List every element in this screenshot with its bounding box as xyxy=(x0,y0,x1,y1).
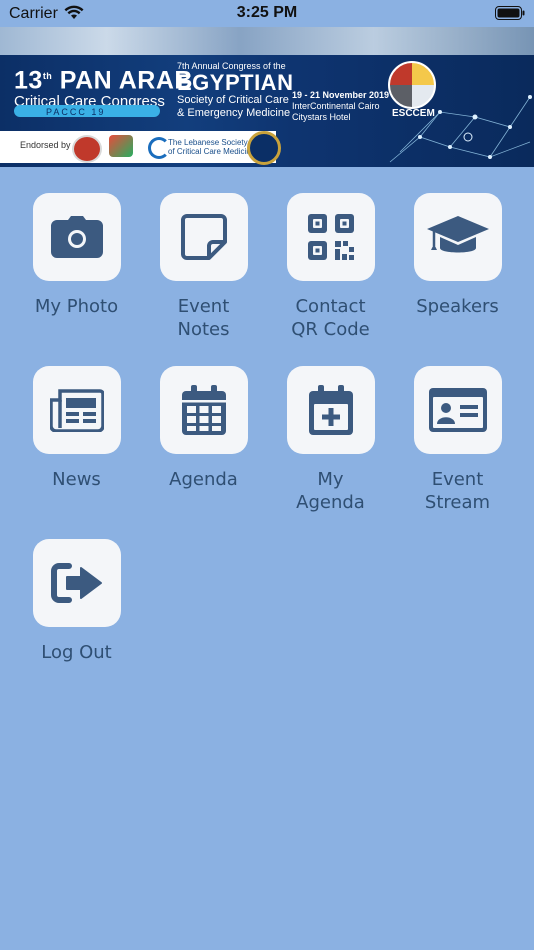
my-agenda-label: My Agenda xyxy=(296,469,365,513)
event-stream-label: Event Stream xyxy=(424,469,491,513)
date-venue-block: 19 - 21 November 2019 InterContinental C… xyxy=(292,90,389,123)
egy-title: EGYPTIAN xyxy=(177,70,294,95)
newspaper-icon xyxy=(49,389,104,432)
my-photo-tile[interactable] xyxy=(32,193,121,281)
graduation-cap-icon xyxy=(426,216,489,253)
sticky-note-icon xyxy=(180,214,227,260)
my-photo-label: My Photo xyxy=(34,296,119,317)
menu-item-agenda[interactable]: Agenda xyxy=(140,366,267,491)
event-notes-label: Event Notes xyxy=(177,296,230,340)
pan-arab-title: 13th PAN ARAB xyxy=(14,66,193,95)
speakers-label: Speakers xyxy=(416,296,499,317)
egy-line-1: Society of Critical Care xyxy=(177,94,289,106)
calendar-icon xyxy=(181,385,226,435)
endorsed-by-label: Endorsed by xyxy=(20,140,71,150)
lebanese-society-label: The Lebanese Society of Critical Care Me… xyxy=(168,138,256,156)
network-graphic xyxy=(389,95,532,163)
endorser-logo-1 xyxy=(72,135,102,163)
menu-item-my-agenda[interactable]: My Agenda xyxy=(267,366,394,514)
venue-line-1: InterContinental Cairo xyxy=(292,101,380,111)
endorser-logo-2 xyxy=(109,135,133,157)
news-label: News xyxy=(52,469,101,490)
menu-item-contact-qr-code[interactable]: Contact QR Code xyxy=(267,193,394,341)
contact-qr-code-label: Contact QR Code xyxy=(291,296,370,340)
event-date: 19 - 21 November 2019 xyxy=(292,90,390,100)
id-card-icon xyxy=(428,388,487,432)
event-stream-tile[interactable] xyxy=(413,366,502,454)
qr-code-icon xyxy=(307,214,354,260)
banner-photo-strip xyxy=(0,27,534,55)
sign-out-icon xyxy=(50,563,102,603)
menu-item-news[interactable]: News xyxy=(13,366,140,491)
calendar-plus-icon xyxy=(308,385,353,435)
event-notes-tile[interactable] xyxy=(159,193,248,281)
battery-icon xyxy=(495,6,525,25)
lebanese-society-logo xyxy=(148,137,170,159)
log-out-tile[interactable] xyxy=(32,539,121,627)
speakers-tile[interactable] xyxy=(413,193,502,281)
menu-item-my-photo[interactable]: My Photo xyxy=(13,193,140,318)
menu-item-speakers[interactable]: Speakers xyxy=(394,193,521,318)
menu-item-event-notes[interactable]: Event Notes xyxy=(140,193,267,341)
clock: 3:25 PM xyxy=(236,4,298,21)
news-tile[interactable] xyxy=(32,366,121,454)
congress-banner: 13th PAN ARAB Critical Care Congress PAC… xyxy=(0,27,534,167)
menu-item-log-out[interactable]: Log Out xyxy=(13,539,140,664)
camera-icon xyxy=(50,216,103,258)
log-out-label: Log Out xyxy=(41,642,112,663)
contact-qr-code-tile[interactable] xyxy=(286,193,375,281)
egy-line-2: & Emergency Medicine xyxy=(177,107,291,119)
venue-line-2: Citystars Hotel xyxy=(292,112,351,122)
menu-item-event-stream[interactable]: Event Stream xyxy=(394,366,521,514)
egyptian-congress-block: 7th Annual Congress of the EGYPTIAN Soci… xyxy=(177,61,293,120)
my-agenda-tile[interactable] xyxy=(286,366,375,454)
status-bar: Carrier 3:25 PM xyxy=(0,0,534,27)
agenda-label: Agenda xyxy=(169,469,238,490)
gold-ring-logo xyxy=(247,131,281,165)
pacc-label: PACCC 19 xyxy=(46,107,106,117)
agenda-tile[interactable] xyxy=(159,366,248,454)
